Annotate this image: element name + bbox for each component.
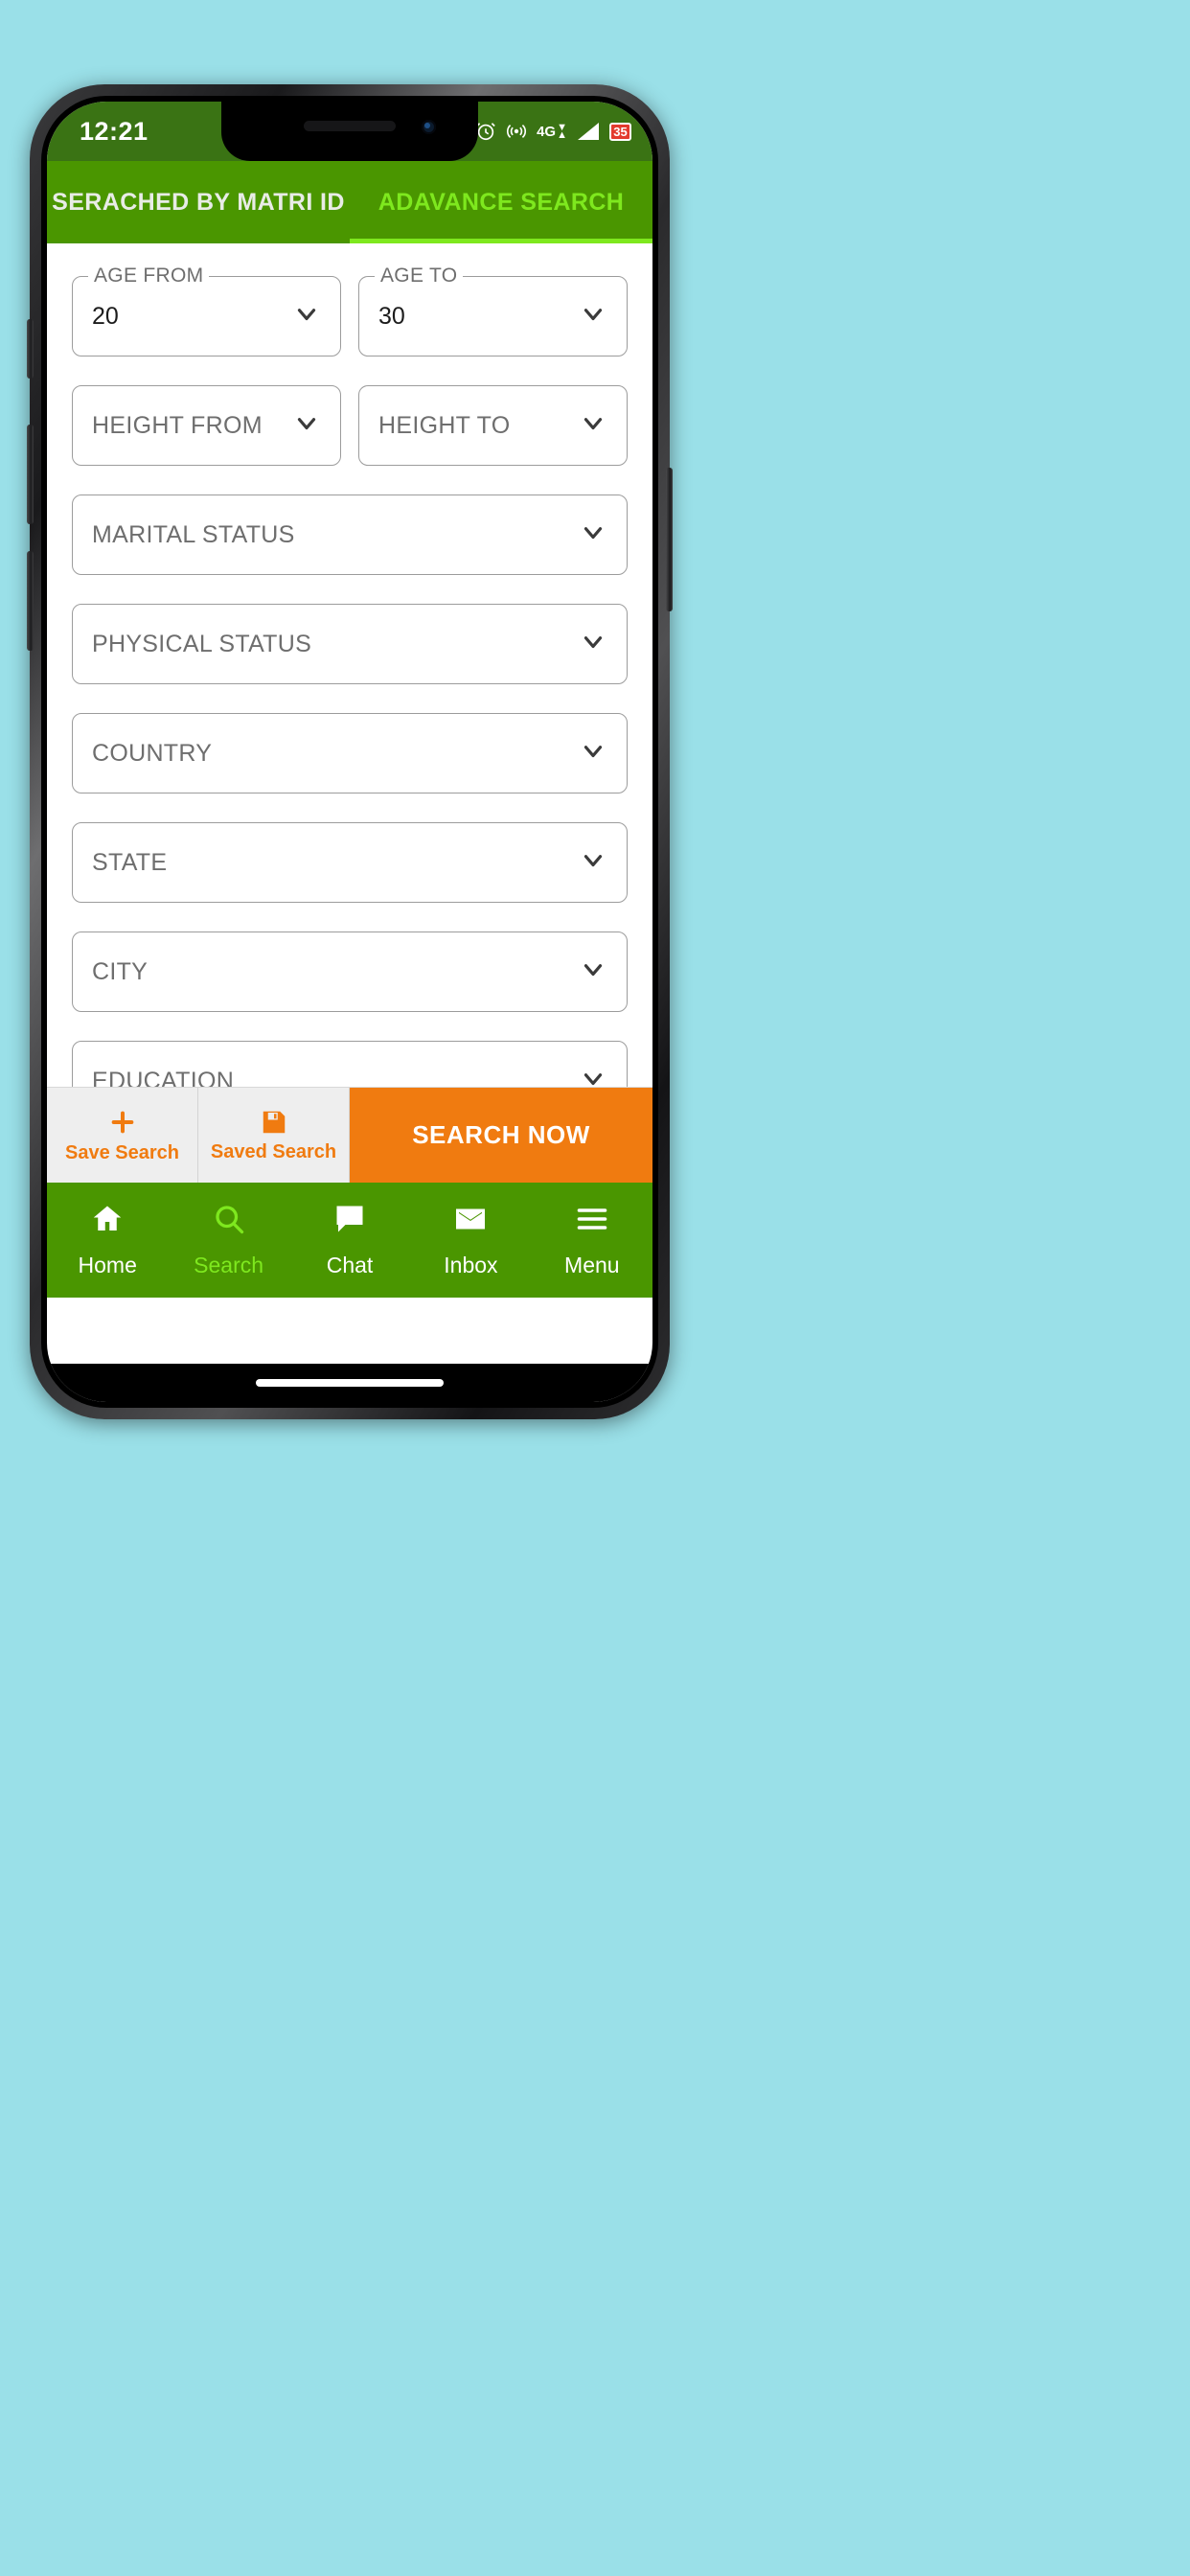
form-row-physical-status: PHYSICAL STATUS — [72, 604, 628, 684]
chevron-down-icon[interactable] — [579, 518, 607, 552]
power-button[interactable] — [666, 468, 673, 611]
volume-down-button[interactable] — [27, 551, 34, 651]
form-row-city: CITY — [72, 932, 628, 1012]
saved-search-label: Saved Search — [210, 1140, 337, 1162]
nav-label-search: Search — [194, 1253, 264, 1277]
country-placeholder: COUNTRY — [92, 739, 213, 767]
chevron-down-icon[interactable] — [292, 300, 321, 334]
age-to-value: 30 — [378, 302, 405, 330]
chevron-down-icon[interactable] — [579, 737, 607, 770]
tab-bar: SERACHED BY MATRI ID ADAVANCE SEARCH — [47, 161, 652, 243]
earpiece-speaker — [304, 121, 396, 131]
front-camera — [422, 120, 436, 134]
form-row-state: STATE — [72, 822, 628, 903]
nav-label-menu: Menu — [564, 1253, 620, 1277]
education-placeholder: EDUCATION — [92, 1067, 235, 1088]
advance-search-form[interactable]: AGE FROM 20 AGE TO 30 HEIGHT FROM HEIGHT… — [47, 243, 652, 1087]
phone-bezel: 12:21 4G ▼ ▲ 35 SERACHED BY MATRI ID ADA… — [41, 96, 658, 1408]
alarm-icon — [475, 121, 496, 142]
height-to-placeholder: HEIGHT TO — [378, 411, 511, 439]
nav-item-chat[interactable]: Chat — [289, 1202, 410, 1278]
age-from-value: 20 — [92, 302, 119, 330]
age-from-label: AGE FROM — [88, 264, 210, 288]
tab-active-indicator — [350, 239, 652, 243]
chevron-down-icon[interactable] — [579, 409, 607, 443]
chevron-down-icon[interactable] — [579, 846, 607, 880]
hamburger-icon — [575, 1202, 609, 1241]
form-row-height: HEIGHT FROM HEIGHT TO — [72, 385, 628, 466]
physical-status-placeholder: PHYSICAL STATUS — [92, 630, 312, 657]
nav-item-inbox[interactable]: Inbox — [410, 1202, 531, 1278]
mute-switch[interactable] — [27, 319, 34, 379]
form-row-education: EDUCATION — [72, 1041, 628, 1087]
nav-label-chat: Chat — [326, 1253, 374, 1277]
home-icon — [90, 1202, 125, 1241]
volume-up-button[interactable] — [27, 425, 34, 524]
chevron-down-icon[interactable] — [579, 628, 607, 661]
chevron-down-icon[interactable] — [579, 955, 607, 989]
status-icons-group: 4G ▼ ▲ 35 — [475, 102, 631, 161]
save-search-label: Save Search — [65, 1141, 179, 1163]
chevron-down-icon[interactable] — [579, 1065, 607, 1088]
search-now-button[interactable]: SEARCH NOW — [350, 1088, 652, 1183]
form-row-age: AGE FROM 20 AGE TO 30 — [72, 264, 628, 356]
state-select[interactable]: STATE — [72, 822, 628, 903]
envelope-icon — [453, 1202, 488, 1241]
marital-status-placeholder: MARITAL STATUS — [92, 520, 295, 548]
city-placeholder: CITY — [92, 957, 149, 985]
form-row-country: COUNTRY — [72, 713, 628, 794]
age-to-select[interactable]: AGE TO 30 — [358, 264, 628, 356]
marital-status-select[interactable]: MARITAL STATUS — [72, 494, 628, 575]
action-bar: Save Search Saved Search SEARCH NOW — [47, 1087, 652, 1183]
nav-item-search[interactable]: Search — [168, 1202, 288, 1278]
country-select[interactable]: COUNTRY — [72, 713, 628, 794]
floppy-disk-icon — [260, 1108, 288, 1137]
status-bar: 12:21 4G ▼ ▲ 35 — [47, 102, 652, 161]
save-search-button[interactable]: Save Search — [47, 1088, 198, 1183]
phone-notch — [221, 102, 478, 161]
education-select[interactable]: EDUCATION — [72, 1041, 628, 1087]
physical-status-select[interactable]: PHYSICAL STATUS — [72, 604, 628, 684]
height-to-select[interactable]: HEIGHT TO — [358, 385, 628, 466]
nav-item-menu[interactable]: Menu — [532, 1202, 652, 1278]
nav-label-home: Home — [78, 1253, 137, 1277]
age-from-select[interactable]: AGE FROM 20 — [72, 264, 341, 356]
chevron-down-icon[interactable] — [292, 409, 321, 443]
age-to-label: AGE TO — [375, 264, 464, 288]
phone-frame: 12:21 4G ▼ ▲ 35 SERACHED BY MATRI ID ADA… — [27, 84, 673, 1419]
battery-icon: 35 — [609, 122, 631, 141]
search-icon — [212, 1202, 246, 1241]
height-from-select[interactable]: HEIGHT FROM — [72, 385, 341, 466]
wifi-hotspot-icon — [505, 121, 528, 142]
state-placeholder: STATE — [92, 848, 168, 876]
saved-search-button[interactable]: Saved Search — [198, 1088, 350, 1183]
plus-icon — [107, 1107, 138, 1138]
nav-item-home[interactable]: Home — [47, 1202, 168, 1278]
bottom-navigation: Home Search Chat Inbox Menu — [47, 1183, 652, 1298]
height-from-placeholder: HEIGHT FROM — [92, 411, 263, 439]
chevron-down-icon[interactable] — [579, 300, 607, 334]
gesture-navigation-strip — [47, 1364, 652, 1402]
nav-label-inbox: Inbox — [444, 1253, 498, 1277]
tab-searched-by-matri-id[interactable]: SERACHED BY MATRI ID — [47, 161, 350, 243]
network-4g-icon: 4G ▼ ▲ — [537, 122, 567, 141]
status-time: 12:21 — [80, 116, 149, 146]
home-indicator-bar[interactable] — [256, 1379, 444, 1387]
tab-advance-search[interactable]: ADAVANCE SEARCH — [350, 161, 652, 243]
form-row-marital-status: MARITAL STATUS — [72, 494, 628, 575]
phone-screen: 12:21 4G ▼ ▲ 35 SERACHED BY MATRI ID ADA… — [47, 102, 652, 1402]
signal-bars-icon — [576, 121, 601, 142]
city-select[interactable]: CITY — [72, 932, 628, 1012]
chat-icon — [332, 1202, 367, 1241]
